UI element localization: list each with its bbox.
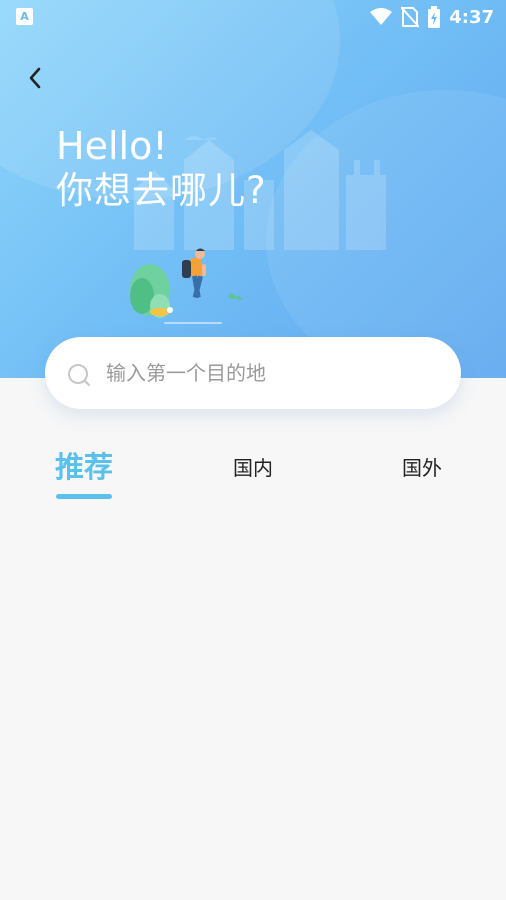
app-notification-icon: A [16, 8, 33, 25]
greeting-question: 你想去哪儿? [56, 169, 267, 212]
status-time: 4:37 [449, 6, 494, 28]
chevron-left-icon [29, 67, 41, 89]
status-bar: A 4:37 [0, 0, 506, 34]
active-tab-indicator [56, 494, 112, 499]
battery-charging-icon [428, 6, 441, 28]
search-icon [68, 364, 90, 386]
greeting-hello: Hello! [56, 124, 168, 168]
tab-international[interactable]: 国外 [399, 440, 445, 500]
status-indicators: 4:37 [369, 4, 494, 30]
tab-label: 推荐 [54, 450, 113, 484]
greeting: Hello! 你想去哪儿? [56, 124, 267, 214]
traveler-illustration [130, 248, 242, 324]
tab-domestic[interactable]: 国内 [230, 440, 276, 500]
tab-label: 国内 [233, 456, 273, 480]
search-input[interactable] [106, 355, 426, 391]
no-sim-icon [401, 6, 420, 28]
content-area [0, 510, 506, 900]
back-button[interactable] [18, 60, 52, 96]
wifi-icon [370, 8, 393, 25]
tab-recommended[interactable]: 推荐 [54, 440, 114, 500]
tab-label: 国外 [402, 456, 442, 480]
category-tabs: 推荐 国内 国外 [0, 440, 506, 510]
